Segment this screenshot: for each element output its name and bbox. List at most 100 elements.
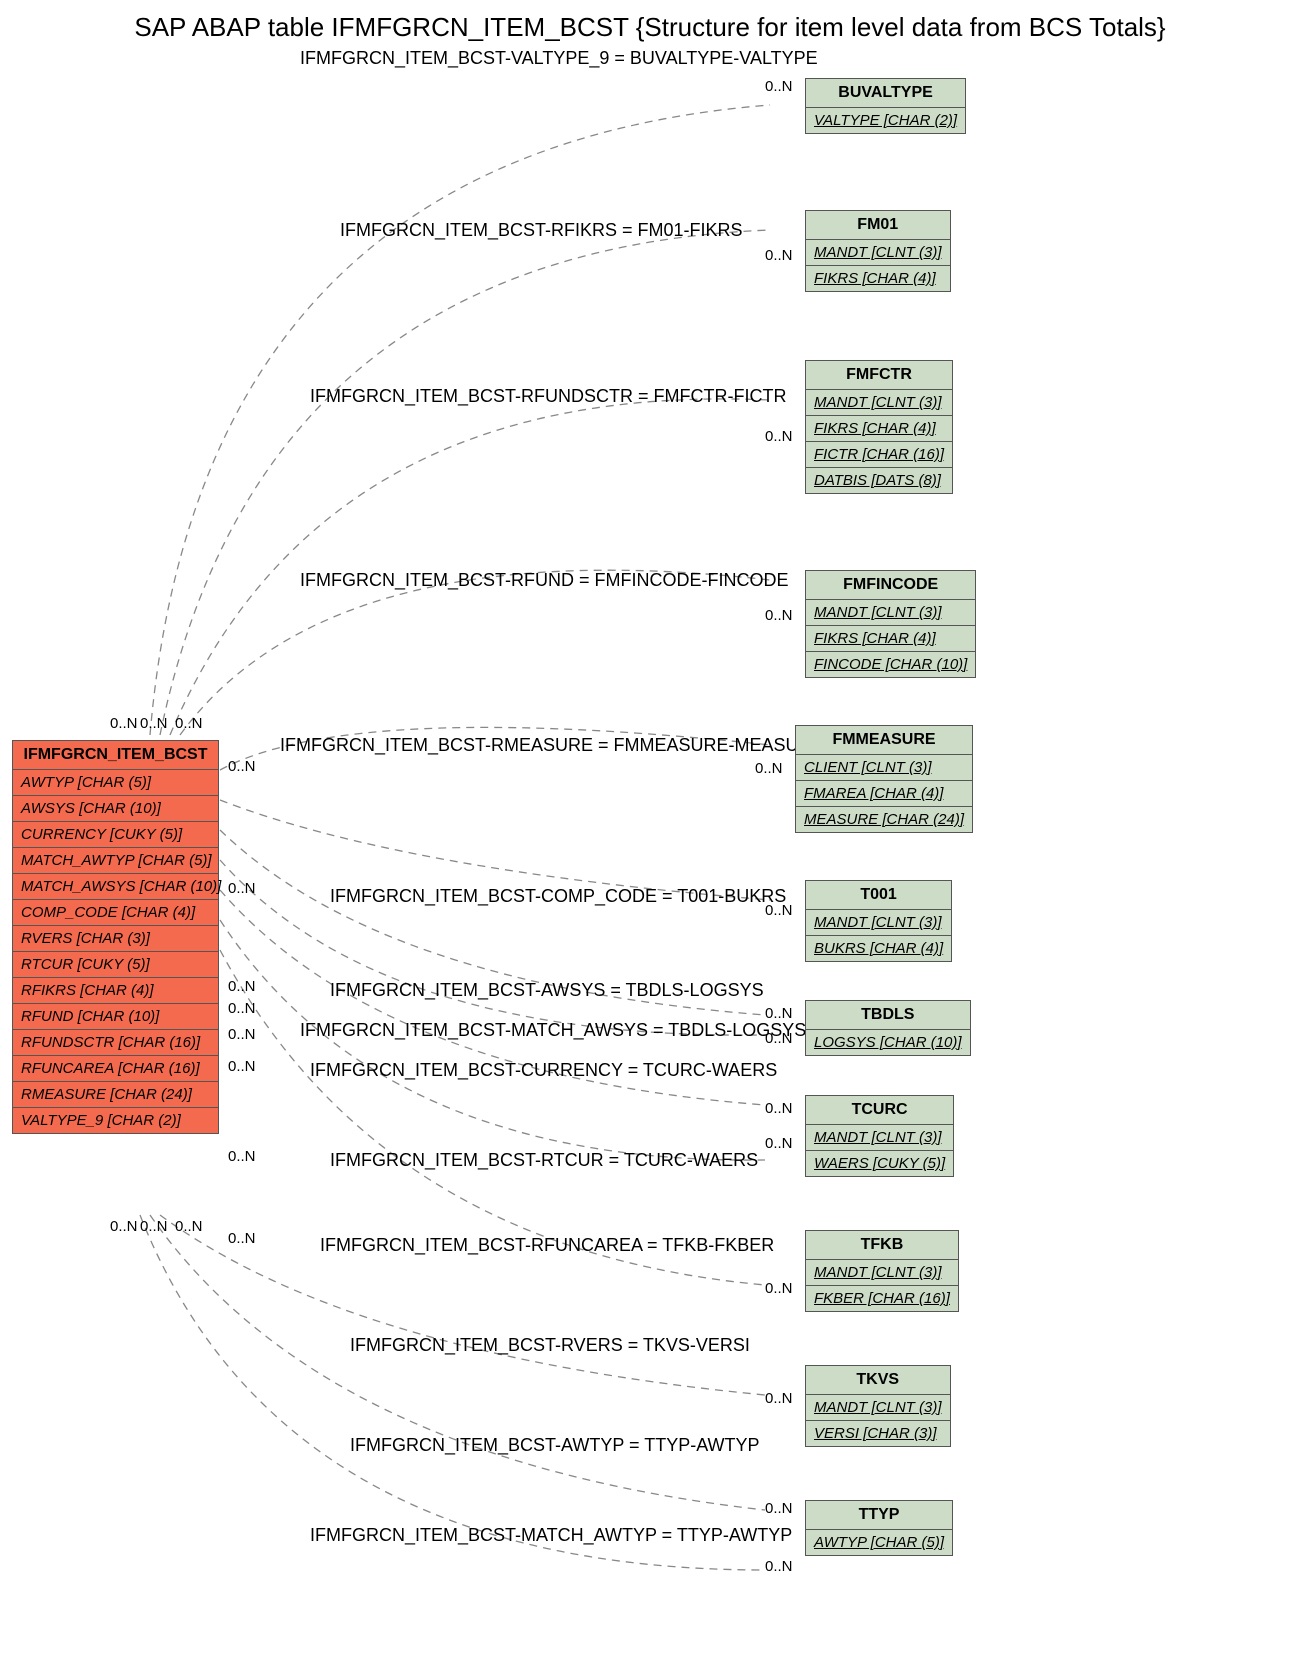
ref-entity: FM01 MANDT [CLNT (3)] FIKRS [CHAR (4)] (805, 210, 951, 292)
rel-label: IFMFGRCN_ITEM_BCST-MATCH_AWTYP = TTYP-AW… (310, 1525, 792, 1546)
field: VALTYPE_9 [CHAR (2)] (13, 1108, 218, 1133)
cardinality: 0..N (228, 1000, 256, 1017)
field: MANDT [CLNT (3)] (806, 1125, 953, 1151)
ref-entity: TBDLS LOGSYS [CHAR (10)] (805, 1000, 971, 1056)
rel-label: IFMFGRCN_ITEM_BCST-RFIKRS = FM01-FIKRS (340, 220, 743, 241)
field: WAERS [CUKY (5)] (806, 1151, 953, 1176)
field: RFUNCAREA [CHAR (16)] (13, 1056, 218, 1082)
cardinality: 0..N (228, 758, 256, 775)
cardinality: 0..N (765, 607, 793, 624)
cardinality: 0..N (110, 1218, 138, 1235)
field: BUKRS [CHAR (4)] (806, 936, 951, 961)
ref-entity: TTYP AWTYP [CHAR (5)] (805, 1500, 953, 1556)
field: AWTYP [CHAR (5)] (13, 770, 218, 796)
field: RMEASURE [CHAR (24)] (13, 1082, 218, 1108)
entity-header: TBDLS (806, 1001, 970, 1030)
page-title: SAP ABAP table IFMFGRCN_ITEM_BCST {Struc… (0, 12, 1300, 43)
ref-entity: BUVALTYPE VALTYPE [CHAR (2)] (805, 78, 966, 134)
rel-label: IFMFGRCN_ITEM_BCST-RFUNDSCTR = FMFCTR-FI… (310, 386, 786, 407)
cardinality: 0..N (765, 1280, 793, 1297)
field: FINCODE [CHAR (10)] (806, 652, 975, 677)
entity-header: BUVALTYPE (806, 79, 965, 108)
cardinality: 0..N (140, 715, 168, 732)
entity-header: TTYP (806, 1501, 952, 1530)
entity-header: TCURC (806, 1096, 953, 1125)
rel-label: IFMFGRCN_ITEM_BCST-MATCH_AWSYS = TBDLS-L… (300, 1020, 806, 1041)
field: FIKRS [CHAR (4)] (806, 266, 950, 291)
cardinality: 0..N (765, 1030, 793, 1047)
entity-header: FMFINCODE (806, 571, 975, 600)
rel-label: IFMFGRCN_ITEM_BCST-AWSYS = TBDLS-LOGSYS (330, 980, 764, 1001)
cardinality: 0..N (228, 1230, 256, 1247)
entity-header: FM01 (806, 211, 950, 240)
field: MANDT [CLNT (3)] (806, 240, 950, 266)
field: CURRENCY [CUKY (5)] (13, 822, 218, 848)
field: RFUNDSCTR [CHAR (16)] (13, 1030, 218, 1056)
cardinality: 0..N (228, 880, 256, 897)
rel-label: IFMFGRCN_ITEM_BCST-RTCUR = TCURC-WAERS (330, 1150, 758, 1171)
cardinality: 0..N (765, 247, 793, 264)
entity-header: FMMEASURE (796, 726, 972, 755)
field: FIKRS [CHAR (4)] (806, 416, 952, 442)
rel-label: IFMFGRCN_ITEM_BCST-COMP_CODE = T001-BUKR… (330, 886, 786, 907)
field: RFIKRS [CHAR (4)] (13, 978, 218, 1004)
field: MANDT [CLNT (3)] (806, 910, 951, 936)
field: FIKRS [CHAR (4)] (806, 626, 975, 652)
field: MATCH_AWTYP [CHAR (5)] (13, 848, 218, 874)
cardinality: 0..N (765, 1100, 793, 1117)
cardinality: 0..N (228, 1026, 256, 1043)
rel-label: IFMFGRCN_ITEM_BCST-AWTYP = TTYP-AWTYP (350, 1435, 760, 1456)
cardinality: 0..N (175, 715, 203, 732)
field: FKBER [CHAR (16)] (806, 1286, 958, 1311)
rel-label: IFMFGRCN_ITEM_BCST-RFUNCAREA = TFKB-FKBE… (320, 1235, 774, 1256)
entity-header: TFKB (806, 1231, 958, 1260)
field: AWSYS [CHAR (10)] (13, 796, 218, 822)
cardinality: 0..N (140, 1218, 168, 1235)
ref-entity: TCURC MANDT [CLNT (3)] WAERS [CUKY (5)] (805, 1095, 954, 1177)
field: DATBIS [DATS (8)] (806, 468, 952, 493)
cardinality: 0..N (765, 1005, 793, 1022)
field: MANDT [CLNT (3)] (806, 390, 952, 416)
field: FICTR [CHAR (16)] (806, 442, 952, 468)
rel-label: IFMFGRCN_ITEM_BCST-RMEASURE = FMMEASURE-… (280, 735, 824, 756)
entity-header: TKVS (806, 1366, 950, 1395)
ref-entity: TKVS MANDT [CLNT (3)] VERSI [CHAR (3)] (805, 1365, 951, 1447)
field: MATCH_AWSYS [CHAR (10)] (13, 874, 218, 900)
field: MEASURE [CHAR (24)] (796, 807, 972, 832)
rel-label: IFMFGRCN_ITEM_BCST-RFUND = FMFINCODE-FIN… (300, 570, 789, 591)
field: COMP_CODE [CHAR (4)] (13, 900, 218, 926)
cardinality: 0..N (765, 1135, 793, 1152)
ref-entity: FMFCTR MANDT [CLNT (3)] FIKRS [CHAR (4)]… (805, 360, 953, 494)
cardinality: 0..N (765, 428, 793, 445)
cardinality: 0..N (765, 1390, 793, 1407)
field: RVERS [CHAR (3)] (13, 926, 218, 952)
cardinality: 0..N (765, 1558, 793, 1575)
field: AWTYP [CHAR (5)] (806, 1530, 952, 1555)
cardinality: 0..N (228, 1148, 256, 1165)
field: VERSI [CHAR (3)] (806, 1421, 950, 1446)
cardinality: 0..N (765, 78, 793, 95)
cardinality: 0..N (765, 1500, 793, 1517)
ref-entity: T001 MANDT [CLNT (3)] BUKRS [CHAR (4)] (805, 880, 952, 962)
main-entity: IFMFGRCN_ITEM_BCST AWTYP [CHAR (5)] AWSY… (12, 740, 219, 1134)
entity-header: T001 (806, 881, 951, 910)
cardinality: 0..N (175, 1218, 203, 1235)
field: RTCUR [CUKY (5)] (13, 952, 218, 978)
entity-header: FMFCTR (806, 361, 952, 390)
field: MANDT [CLNT (3)] (806, 600, 975, 626)
field: RFUND [CHAR (10)] (13, 1004, 218, 1030)
cardinality: 0..N (755, 760, 783, 777)
field: CLIENT [CLNT (3)] (796, 755, 972, 781)
cardinality: 0..N (228, 1058, 256, 1075)
field: MANDT [CLNT (3)] (806, 1395, 950, 1421)
ref-entity: FMFINCODE MANDT [CLNT (3)] FIKRS [CHAR (… (805, 570, 976, 678)
rel-label: IFMFGRCN_ITEM_BCST-VALTYPE_9 = BUVALTYPE… (300, 48, 818, 69)
field: LOGSYS [CHAR (10)] (806, 1030, 970, 1055)
cardinality: 0..N (110, 715, 138, 732)
field: FMAREA [CHAR (4)] (796, 781, 972, 807)
ref-entity: FMMEASURE CLIENT [CLNT (3)] FMAREA [CHAR… (795, 725, 973, 833)
ref-entity: TFKB MANDT [CLNT (3)] FKBER [CHAR (16)] (805, 1230, 959, 1312)
entity-header: IFMFGRCN_ITEM_BCST (13, 741, 218, 770)
field: VALTYPE [CHAR (2)] (806, 108, 965, 133)
cardinality: 0..N (765, 902, 793, 919)
